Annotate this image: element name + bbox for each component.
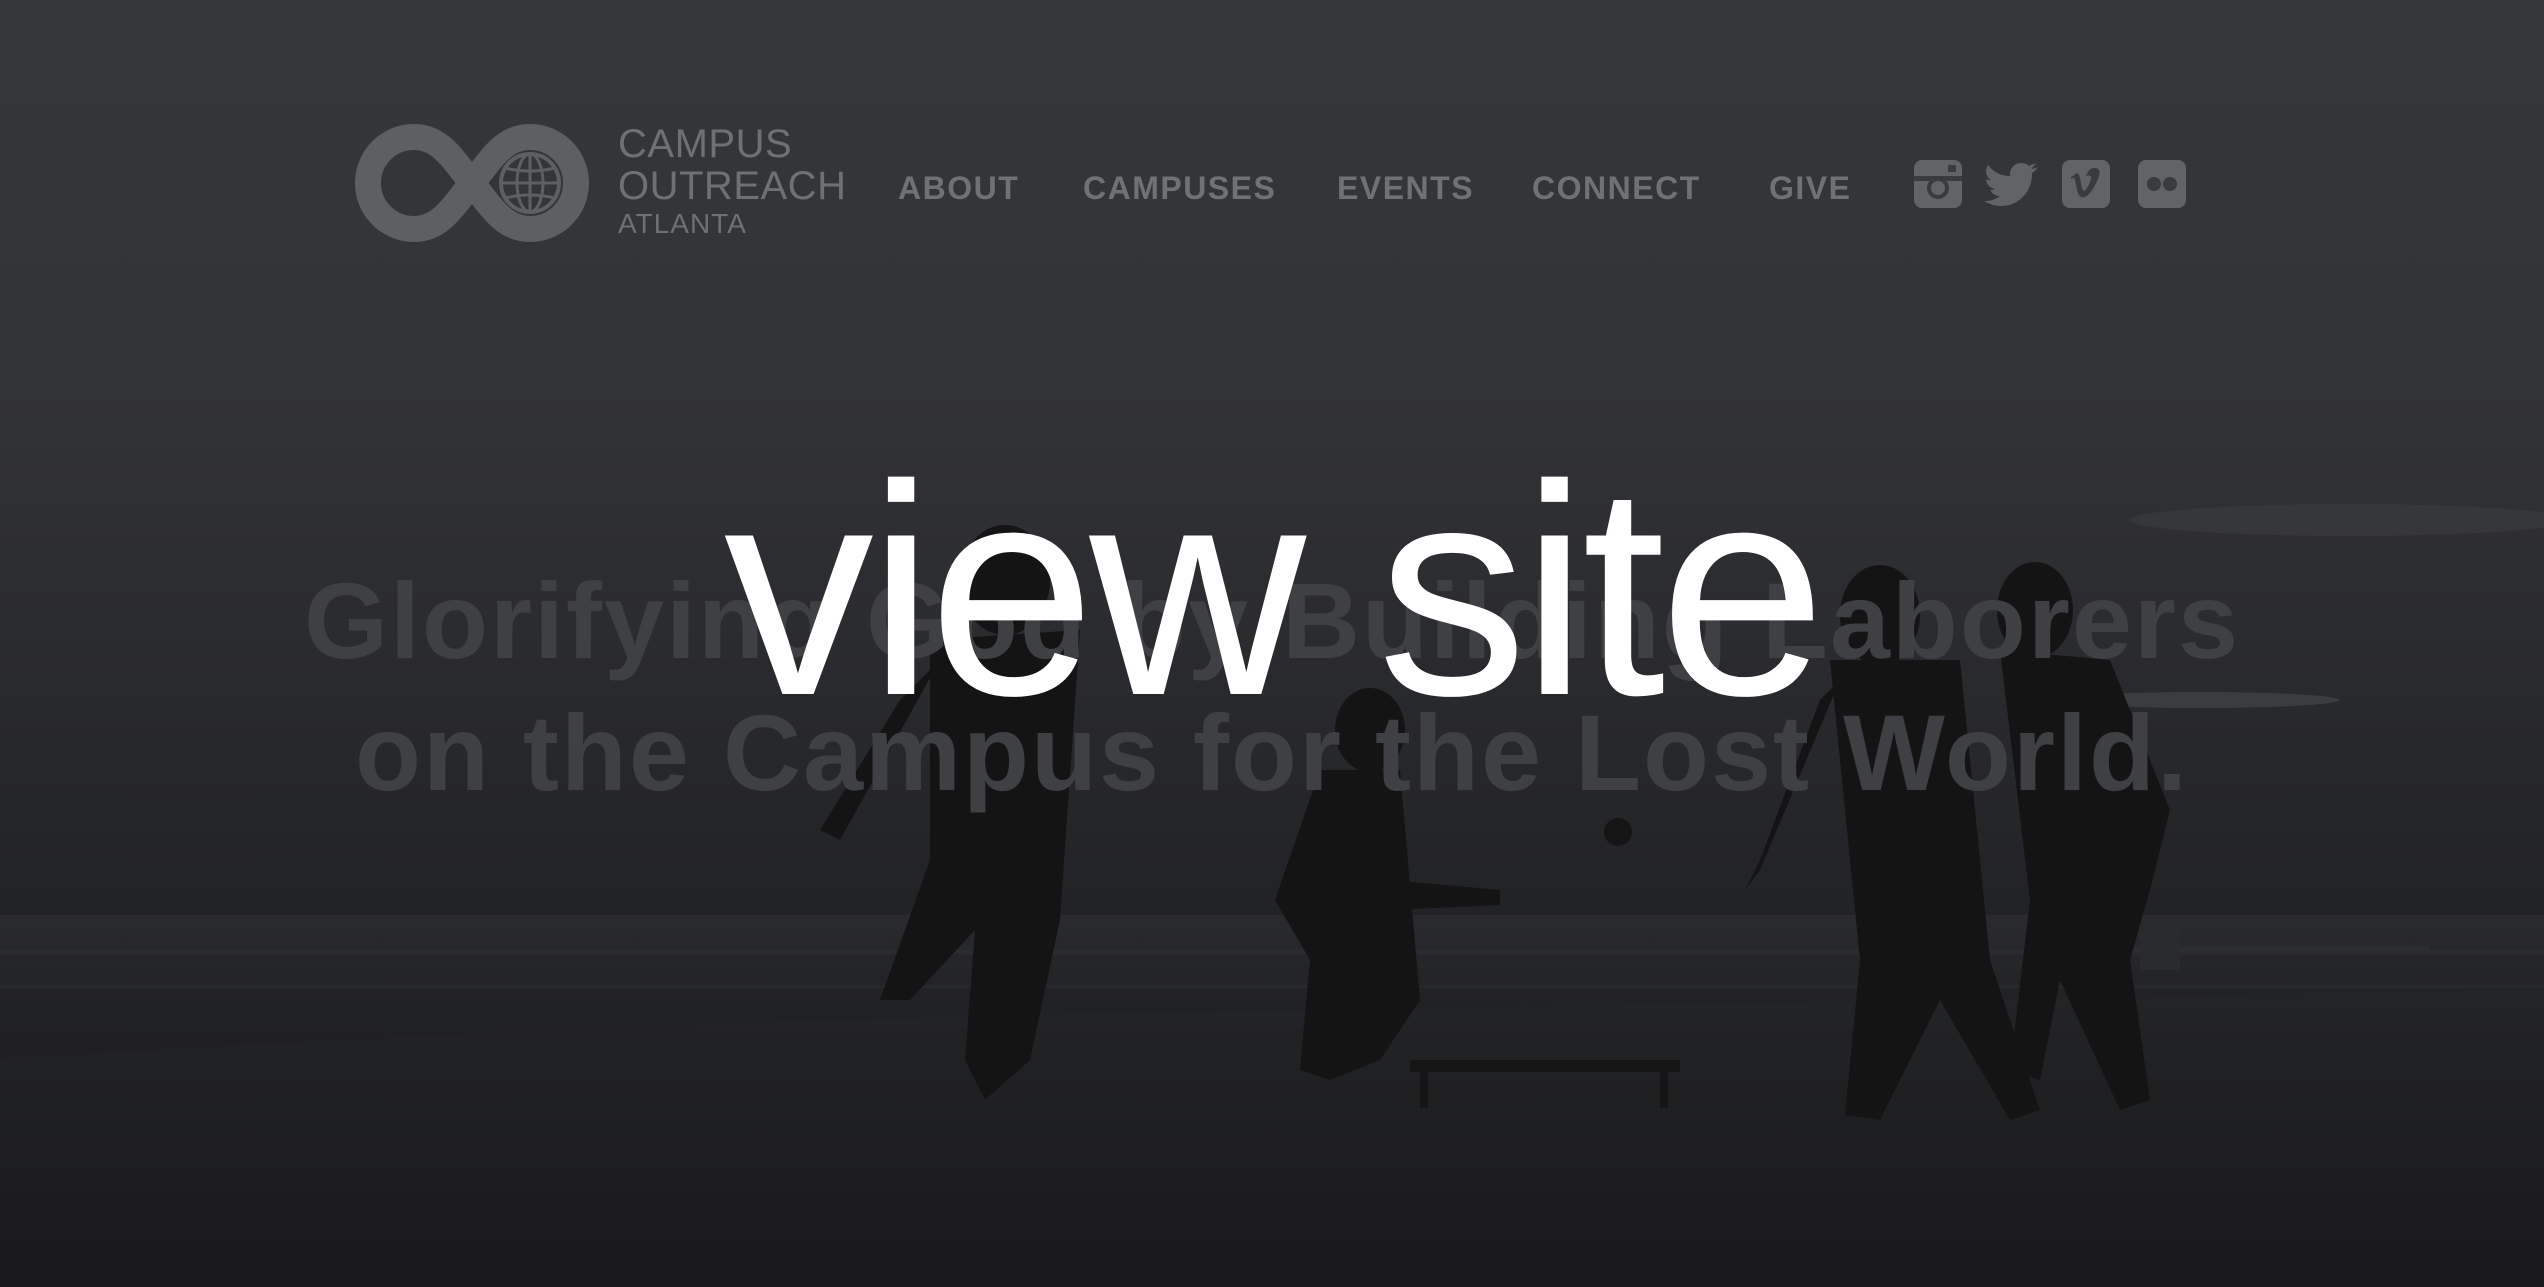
logo-text: CAMPUS OUTREACH ATLANTA — [618, 124, 846, 238]
nav-item-campuses[interactable]: CAMPUSES — [1083, 170, 1276, 207]
logo-line-campus: CAMPUS — [618, 122, 793, 166]
view-site-link[interactable]: view site — [0, 430, 2544, 750]
logo-line-outreach: OUTREACH — [618, 164, 847, 208]
logo-line-atlanta: ATLANTA — [618, 208, 747, 239]
nav-item-events[interactable]: EVENTS — [1337, 170, 1474, 207]
nav-item-give[interactable]: GIVE — [1769, 170, 1851, 207]
infinity-globe-logo-icon — [355, 123, 589, 243]
nav-item-about[interactable]: ABOUT — [898, 170, 1019, 207]
nav-item-connect[interactable]: CONNECT — [1532, 170, 1701, 207]
flickr-icon[interactable] — [2136, 158, 2188, 210]
instagram-icon[interactable] — [1912, 158, 1964, 210]
vimeo-icon[interactable] — [2060, 158, 2112, 210]
twitter-icon[interactable] — [1984, 158, 2040, 210]
site-header: CAMPUS OUTREACH ATLANTA ABOUT CAMPUSES E… — [352, 118, 2192, 248]
page: CAMPUS OUTREACH ATLANTA ABOUT CAMPUSES E… — [0, 0, 2544, 1287]
site-logo[interactable]: CAMPUS OUTREACH ATLANTA — [352, 118, 852, 248]
